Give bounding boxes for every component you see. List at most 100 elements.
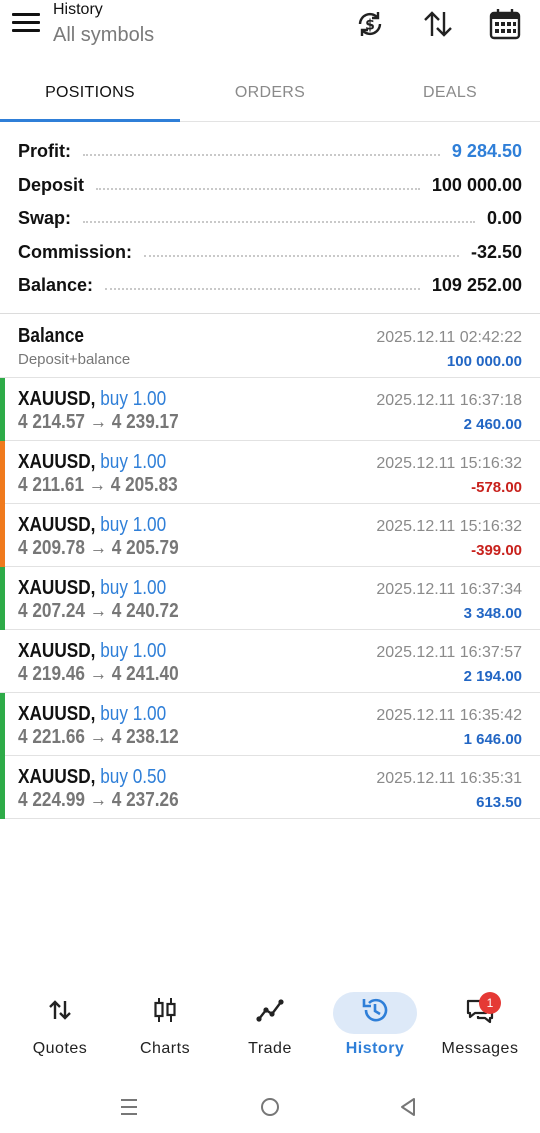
deal-symbol: XAUUSD, [18, 514, 96, 536]
page-title: History [53, 1, 103, 18]
home-icon[interactable] [259, 1096, 281, 1118]
close-price: 4 205.83 [110, 474, 178, 496]
symbol-filter[interactable]: All symbols [53, 24, 154, 47]
tab-deals[interactable]: DEALS [360, 62, 540, 122]
deal-symbol: XAUUSD, [18, 388, 96, 410]
deal-time: 2025.12.11 16:35:31 [376, 770, 522, 787]
deal-time: 2025.12.11 16:37:18 [376, 392, 522, 409]
deal-symbol: XAUUSD, [18, 766, 96, 788]
deal-type: buy 1.00 [100, 388, 167, 410]
tab-bar: POSITIONS ORDERS DEALS [0, 62, 540, 122]
deal-profit: 2 194.00 [463, 668, 522, 685]
deal-type: buy 1.00 [100, 640, 167, 662]
balance-entry-row[interactable]: Balance Deposit+balance 2025.12.11 02:42… [0, 315, 540, 378]
balance-entry-amount: 100 000.00 [446, 353, 522, 370]
nav-history-label: History [345, 1040, 405, 1057]
result-bar [0, 567, 5, 630]
deal-row[interactable]: XAUUSD, buy 0.50 4 224.99 → 4 237.26 202… [0, 756, 540, 819]
summary-panel: Profit: 9 284.50 Deposit 100 000.00 Swap… [0, 134, 540, 314]
sort-icon[interactable] [420, 6, 456, 42]
summary-row-deposit: Deposit 100 000.00 [18, 168, 522, 202]
open-price: 4 207.24 [18, 600, 85, 622]
nav-messages-label: Messages [441, 1040, 519, 1057]
nav-trade[interactable]: Trade [216, 985, 324, 1065]
summary-row-balance: Balance: 109 252.00 [18, 268, 522, 302]
system-navigation-bar [0, 1080, 540, 1133]
close-price: 4 205.79 [111, 537, 179, 559]
swap-label: Swap: [18, 207, 72, 228]
deal-type: buy 1.00 [100, 514, 167, 536]
summary-row-commission: Commission: -32.50 [18, 235, 522, 269]
deal-time: 2025.12.11 16:37:34 [376, 581, 522, 598]
deal-time: 2025.12.11 16:37:57 [376, 644, 522, 661]
result-bar [0, 756, 5, 819]
bottom-navigation: Quotes Charts Trade History Messages [0, 985, 540, 1065]
profit-label: Profit: [18, 140, 71, 161]
dot-leader [105, 280, 420, 290]
deal-type: buy 1.00 [100, 451, 167, 473]
deal-type: buy 0.50 [100, 766, 167, 788]
balance-entry-subtitle: Deposit+balance [18, 351, 131, 368]
deal-row[interactable]: XAUUSD, buy 1.00 4 214.57 → 4 239.17 202… [0, 378, 540, 441]
arrow-icon: → [88, 474, 106, 496]
balance-entry-time: 2025.12.11 02:42:22 [376, 329, 522, 346]
deal-symbol: XAUUSD, [18, 577, 96, 599]
commission-value: -32.50 [470, 241, 522, 262]
open-price: 4 221.66 [18, 726, 85, 748]
deal-time: 2025.12.11 16:35:42 [376, 707, 522, 724]
dot-leader [144, 247, 459, 257]
arrow-icon: → [89, 537, 107, 559]
deal-row[interactable]: XAUUSD, buy 1.00 4 207.24 → 4 240.72 202… [0, 567, 540, 630]
arrow-icon: → [89, 789, 107, 811]
tab-orders[interactable]: ORDERS [180, 62, 360, 122]
history-clock-icon [362, 998, 388, 1022]
deal-type: buy 1.00 [100, 577, 167, 599]
deal-row[interactable]: XAUUSD, buy 1.00 4 211.61 → 4 205.83 202… [0, 441, 540, 504]
open-price: 4 224.99 [18, 789, 85, 811]
deal-row[interactable]: XAUUSD, buy 1.00 4 209.78 → 4 205.79 202… [0, 504, 540, 567]
arrow-icon: → [89, 411, 107, 433]
deal-profit: 2 460.00 [463, 416, 522, 433]
messages-unread-badge: 1 [479, 992, 501, 1014]
close-price: 4 238.12 [111, 726, 179, 748]
app-header: History All symbols $ [0, 0, 540, 62]
menu-icon[interactable] [12, 13, 40, 35]
deal-row[interactable]: XAUUSD, buy 1.00 4 219.46 → 4 241.40 202… [0, 630, 540, 693]
calendar-icon[interactable] [487, 6, 523, 42]
currency-exchange-icon[interactable]: $ [352, 6, 388, 42]
balance-label: Balance: [18, 274, 94, 295]
nav-quotes-label: Quotes [32, 1040, 88, 1057]
deal-profit: -578.00 [471, 479, 522, 496]
deal-time: 2025.12.11 15:16:32 [376, 455, 522, 472]
deposit-label: Deposit [18, 174, 85, 195]
nav-trade-label: Trade [248, 1040, 292, 1057]
deal-profit: 3 348.00 [463, 605, 522, 622]
balance-entry-title: Balance [18, 325, 84, 347]
deal-type: buy 1.00 [100, 703, 167, 725]
dot-leader [83, 213, 475, 223]
nav-charts[interactable]: Charts [111, 985, 219, 1065]
deal-symbol: XAUUSD, [18, 451, 96, 473]
result-bar [0, 441, 5, 504]
deal-symbol: XAUUSD, [18, 640, 96, 662]
arrow-icon: → [89, 600, 107, 622]
nav-charts-label: Charts [139, 1040, 191, 1057]
deposit-value: 100 000.00 [431, 174, 522, 195]
active-tab-indicator [0, 119, 180, 122]
swap-value: 0.00 [486, 207, 522, 228]
back-icon[interactable] [398, 1096, 418, 1118]
open-price: 4 214.57 [18, 411, 85, 433]
svg-text:$: $ [365, 18, 375, 34]
nav-quotes[interactable]: Quotes [6, 985, 114, 1065]
dot-leader [83, 146, 440, 156]
deal-row[interactable]: XAUUSD, buy 1.00 4 221.66 → 4 238.12 202… [0, 693, 540, 756]
tab-positions[interactable]: POSITIONS [0, 62, 180, 122]
deal-profit: 1 646.00 [463, 731, 522, 748]
result-bar [0, 504, 5, 567]
recents-icon[interactable] [119, 1096, 139, 1118]
balance-value: 109 252.00 [431, 274, 522, 295]
trend-line-icon [256, 999, 284, 1022]
deal-profit: 613.50 [476, 794, 522, 811]
nav-history[interactable]: History [321, 985, 429, 1065]
result-bar [0, 378, 5, 441]
